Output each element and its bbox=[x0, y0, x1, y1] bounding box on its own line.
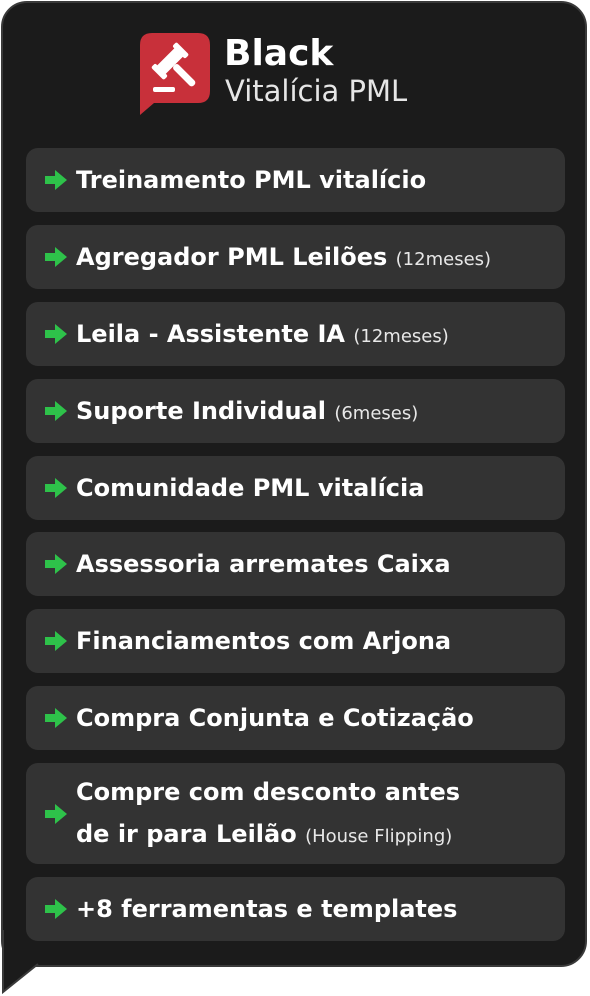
feature-label: Compre com desconto antes bbox=[76, 778, 461, 806]
feature-label-line2: de ir para Leilão bbox=[76, 820, 297, 848]
arrow-right-icon bbox=[45, 804, 67, 824]
brand-subtitle: Vitalícia PML bbox=[225, 74, 408, 108]
feature-label: +8 ferramentas e templates bbox=[76, 895, 458, 923]
feature-label: Agregador PML Leilões bbox=[76, 243, 388, 271]
feature-label: Compra Conjunta e Cotização bbox=[76, 704, 474, 732]
brand-title: Black bbox=[224, 33, 334, 74]
feature-item: Agregador PML Leilões (12meses) bbox=[26, 225, 565, 289]
feature-note: (12meses) bbox=[353, 326, 449, 347]
feature-item: Assessoria arremates Caixa bbox=[26, 532, 565, 596]
feature-item: Suporte Individual (6meses) bbox=[26, 379, 565, 443]
feature-item: Treinamento PML vitalício bbox=[26, 148, 565, 212]
feature-label: Financiamentos com Arjona bbox=[76, 627, 452, 655]
feature-label: Suporte Individual bbox=[76, 397, 326, 425]
feature-label: Leila - Assistente IA bbox=[76, 320, 345, 348]
feature-item: +8 ferramentas e templates bbox=[26, 877, 565, 941]
feature-note: (12meses) bbox=[395, 249, 492, 270]
arrow-right-icon bbox=[45, 708, 67, 728]
arrow-right-icon bbox=[45, 247, 67, 267]
arrow-right-icon bbox=[45, 478, 67, 498]
feature-item: Leila - Assistente IA (12meses) bbox=[26, 302, 565, 366]
feature-note: (House Flipping) bbox=[305, 826, 453, 847]
feature-label: Treinamento PML vitalício bbox=[76, 166, 427, 194]
arrow-right-icon bbox=[45, 401, 67, 421]
feature-item: Financiamentos com Arjona bbox=[26, 609, 565, 673]
gavel-icon bbox=[140, 33, 210, 115]
feature-label: Assessoria arremates Caixa bbox=[76, 550, 451, 578]
feature-item: Compra Conjunta e Cotização bbox=[26, 686, 565, 750]
arrow-right-icon bbox=[45, 170, 67, 190]
feature-item: Comunidade PML vitalícia bbox=[26, 456, 565, 520]
feature-item: Compre com desconto antes de ir para Lei… bbox=[26, 763, 565, 864]
arrow-right-icon bbox=[45, 554, 67, 574]
arrow-right-icon bbox=[45, 324, 67, 344]
feature-note: (6meses) bbox=[334, 403, 419, 424]
arrow-right-icon bbox=[45, 899, 67, 919]
arrow-right-icon bbox=[45, 631, 67, 651]
feature-label: Comunidade PML vitalícia bbox=[76, 474, 425, 502]
